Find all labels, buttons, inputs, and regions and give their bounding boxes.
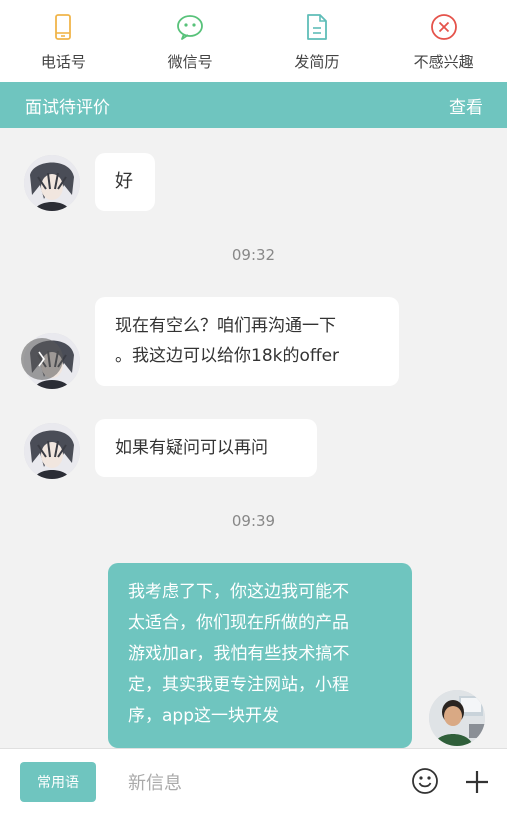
wechat-id-button[interactable]: 微信号 [127, 0, 254, 82]
play-icon [38, 351, 45, 367]
received-message[interactable]: 好 [95, 153, 155, 211]
phone-number-label: 电话号 [40, 53, 86, 71]
banner-title: 面试待评价 [25, 97, 110, 118]
message-text-line: 我考虑了下，你这边我可能不 [128, 582, 349, 602]
message-text-line: 游戏加ar，我怕有些技术搞不 [128, 644, 350, 664]
send-resume-label: 发简历 [294, 53, 340, 71]
timestamp: 09:39 [231, 512, 276, 530]
quick-action-bar: 电话号 微信号 发简历 不感兴趣 [0, 0, 507, 83]
smiley-icon[interactable] [411, 767, 439, 795]
anime-avatar-image [24, 155, 80, 211]
common-phrases-button[interactable]: 常用语 [20, 762, 96, 802]
phone-number-button[interactable]: 电话号 [0, 0, 127, 82]
wechat-icon [177, 15, 204, 40]
message-text-line: 序，app这一块开发 [128, 706, 279, 726]
message-composer: 常用语 [0, 748, 507, 814]
not-interested-icon [430, 14, 457, 40]
message-input[interactable] [128, 769, 388, 797]
view-button[interactable]: 查看 [449, 93, 483, 118]
plus-icon[interactable] [464, 769, 490, 795]
wechat-id-label: 微信号 [167, 53, 213, 71]
recruiter-avatar[interactable] [24, 423, 80, 479]
send-resume-button[interactable]: 发简历 [254, 0, 381, 82]
phone-icon [55, 14, 72, 40]
interview-evaluation-banner: 面试待评价 查看 [0, 82, 507, 128]
not-interested-label: 不感兴趣 [413, 53, 474, 71]
user-avatar[interactable] [429, 690, 485, 746]
message-text-line: 现在有空么？咱们再沟通一下 [115, 316, 336, 336]
recruiter-avatar[interactable] [24, 155, 80, 211]
anime-avatar-image [24, 423, 80, 479]
message-text-line: 。我这边可以给你18k的offer [115, 346, 340, 366]
message-text: 如果有疑问可以再问 [115, 438, 268, 458]
not-interested-button[interactable]: 不感兴趣 [380, 0, 507, 82]
message-text-line: 定，其实我更专注网站，小程 [128, 675, 349, 695]
message-text-line: 太适合，你们现在所做的产品 [128, 613, 349, 633]
message-text: 好 [115, 171, 133, 192]
voice-play-button[interactable] [21, 338, 63, 380]
chat-message-list[interactable]: 好 09:32 现在有空么？咱们再沟通一下 。我这边可以给你18k的offer … [0, 128, 507, 748]
received-message[interactable]: 如果有疑问可以再问 [95, 419, 317, 477]
user-photo-image [429, 690, 485, 746]
sent-message[interactable]: 我考虑了下，你这边我可能不 太适合，你们现在所做的产品 游戏加ar，我怕有些技术… [108, 563, 412, 748]
timestamp: 09:32 [231, 246, 276, 264]
resume-icon [306, 14, 327, 40]
received-message[interactable]: 现在有空么？咱们再沟通一下 。我这边可以给你18k的offer [95, 297, 399, 386]
